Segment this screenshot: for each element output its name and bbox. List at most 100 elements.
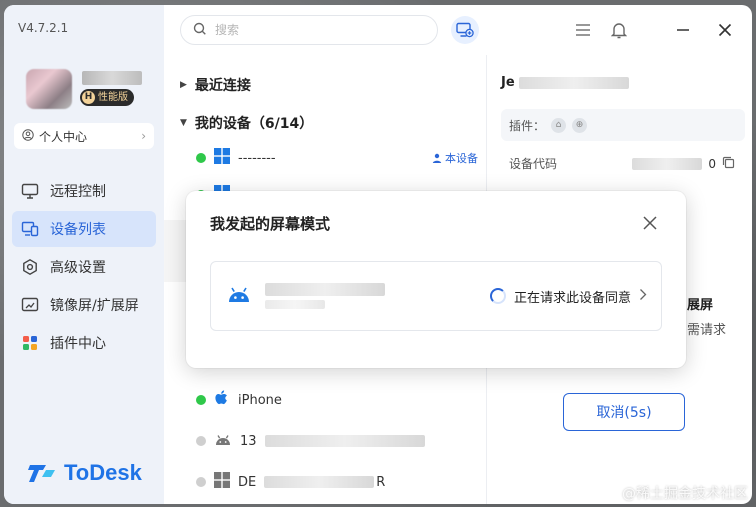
sidebar-item-device-list[interactable]: 设备列表 (12, 211, 156, 247)
mirror-screen-icon (20, 295, 40, 315)
minimize-button[interactable] (672, 19, 694, 41)
screen-mode-sub-partial: 需请求 (687, 323, 727, 338)
device-row[interactable]: -------- 本设备 (196, 147, 482, 169)
todesk-window: V4.7.2.1 H 性能版 个人中心 › 远程控制 设备列表 高级设置 镜像屏… (4, 5, 752, 504)
device-code-suffix: 0 (708, 156, 716, 171)
recent-connections-label: 最近连接 (194, 78, 251, 94)
detail-device-name: Je (501, 75, 629, 90)
add-device-button[interactable] (451, 16, 479, 44)
sidebar-item-mirror-screen[interactable]: 镜像屏/扩展屏 (12, 287, 156, 323)
chevron-right-icon: › (141, 129, 146, 143)
personal-center-button[interactable]: 个人中心 › (14, 123, 154, 149)
sidebar-item-remote-control[interactable]: 远程控制 (12, 173, 156, 209)
sidebar-item-label: 设备列表 (50, 222, 106, 238)
menu-button[interactable] (572, 19, 594, 41)
cancel-button[interactable]: 取消(5s) (563, 393, 685, 431)
blurred-device-info (265, 283, 385, 309)
watermark: @稀土掘金技术社区 (622, 486, 748, 502)
person-icon (432, 153, 442, 163)
blurred-device-name (518, 76, 629, 89)
plugins-row: 插件： ⌂ ⊕ (501, 109, 745, 141)
recent-connections-header[interactable]: ▶ 最近连接 (180, 75, 251, 95)
request-status-label: 正在请求此设备同意 (513, 290, 631, 306)
device-name-suffix: R (376, 474, 386, 490)
search-box[interactable] (180, 15, 438, 45)
avatar[interactable] (26, 69, 72, 109)
minimize-icon (677, 29, 689, 31)
close-window-button[interactable] (714, 19, 736, 41)
sidebar-item-label: 镜像屏/扩展屏 (50, 298, 139, 314)
windows-icon (214, 472, 230, 492)
plugin-icon[interactable]: ⌂ (551, 117, 567, 133)
android-icon (214, 432, 232, 450)
device-code-label: 设备代码 (509, 157, 558, 171)
offline-status-dot (196, 477, 206, 487)
device-row[interactable]: iPhone (196, 389, 482, 411)
sidebar-nav: 远程控制 设备列表 高级设置 镜像屏/扩展屏 插件中心 (12, 173, 156, 363)
sidebar: V4.7.2.1 H 性能版 个人中心 › 远程控制 设备列表 高级设置 镜像屏… (4, 5, 164, 504)
request-status: 正在请求此设备同意 (489, 287, 647, 306)
performance-badge: H 性能版 (80, 89, 134, 106)
close-icon (718, 23, 732, 37)
plugin-icon[interactable]: ⊕ (572, 117, 588, 133)
device-row[interactable]: 13 (196, 430, 482, 452)
badge-label: 性能版 (98, 92, 128, 103)
device-name: iPhone (238, 392, 282, 408)
personal-center-label: 个人中心 (39, 129, 88, 144)
dialog-close-button[interactable] (640, 213, 660, 233)
plugins-icon (20, 333, 40, 353)
badge-letter: H (82, 91, 95, 104)
version-label: V4.7.2.1 (18, 21, 69, 35)
top-bar (164, 5, 752, 55)
todesk-logo: ToDesk (28, 460, 142, 486)
online-status-dot (196, 395, 206, 405)
blurred-device-code (632, 157, 703, 170)
add-device-icon (456, 22, 474, 38)
loading-spinner-icon (489, 288, 506, 304)
sidebar-item-plugin-center[interactable]: 插件中心 (12, 325, 156, 361)
search-input[interactable] (215, 23, 415, 37)
request-card[interactable]: 正在请求此设备同意 (210, 261, 662, 331)
my-devices-label: 我的设备（6/14） (194, 116, 314, 132)
copy-icon[interactable] (722, 156, 735, 172)
offline-status-dot (196, 436, 206, 446)
todesk-logo-icon (28, 465, 55, 482)
chevron-right-icon (639, 288, 647, 305)
device-name: 13 (240, 433, 257, 449)
detail-name-prefix: Je (501, 75, 515, 90)
menu-icon (576, 24, 590, 36)
notification-button[interactable] (608, 19, 630, 41)
sidebar-item-advanced-settings[interactable]: 高级设置 (12, 249, 156, 285)
online-status-dot (196, 153, 206, 163)
device-name: DE (238, 474, 257, 490)
monitor-icon (20, 181, 40, 201)
this-device-label: 本设备 (445, 152, 478, 165)
sidebar-item-label: 远程控制 (50, 184, 106, 200)
blurred-device-name (264, 476, 375, 488)
devices-icon (20, 219, 40, 239)
settings-icon (20, 257, 40, 277)
device-row[interactable]: DE R (196, 471, 482, 493)
screen-mode-title-partial: 展屏 (687, 298, 714, 313)
device-name: -------- (238, 150, 276, 166)
search-icon (193, 22, 207, 39)
bell-icon (611, 23, 627, 39)
username-blurred (82, 71, 142, 85)
sidebar-item-label: 高级设置 (50, 260, 106, 276)
apple-icon (214, 389, 230, 411)
this-device-tag: 本设备 (432, 150, 478, 166)
caret-down-icon: ▼ (180, 118, 187, 128)
plugins-label: 插件： (509, 118, 546, 133)
blurred-device-name (264, 435, 425, 447)
user-icon (22, 128, 34, 144)
brand-name: ToDesk (64, 460, 142, 485)
windows-icon (214, 148, 230, 168)
sidebar-item-label: 插件中心 (50, 336, 106, 352)
dialog-title: 我发起的屏幕模式 (210, 215, 331, 233)
my-devices-header[interactable]: ▼ 我的设备（6/14） (180, 113, 313, 133)
caret-right-icon: ▶ (180, 80, 187, 90)
device-code-row: 设备代码 0 (509, 155, 735, 172)
screen-mode-dialog: 我发起的屏幕模式 正在请求此设备同意 (186, 191, 686, 368)
close-icon (643, 216, 657, 230)
android-icon (227, 285, 251, 307)
